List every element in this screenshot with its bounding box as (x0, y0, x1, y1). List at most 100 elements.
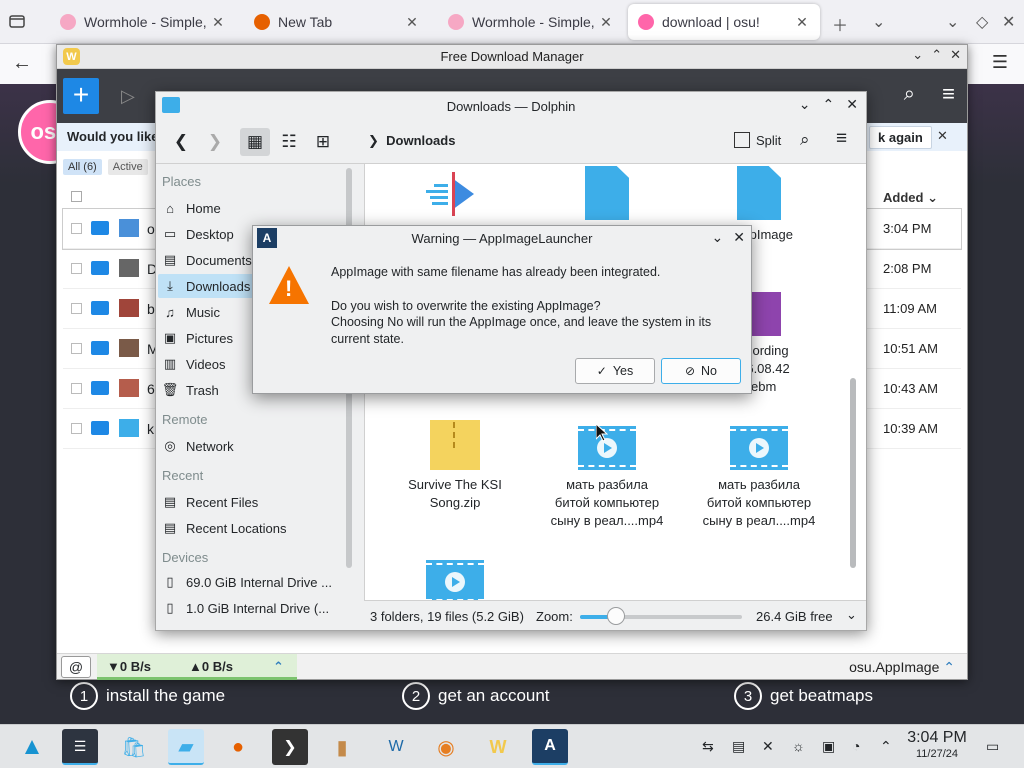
discover-task-icon[interactable]: 🛍 (116, 729, 152, 765)
chevron-up-icon[interactable]: ⌃ (880, 738, 892, 755)
step-install[interactable]: 1 install the game (70, 682, 225, 710)
place-recent-locations[interactable]: ▤ Recent Locations (158, 516, 340, 540)
save-icon[interactable]: ▣ (822, 738, 835, 755)
hamburger-menu-icon[interactable]: ≡ (836, 128, 847, 150)
row-checkbox[interactable] (71, 263, 82, 274)
tab-list-icon[interactable] (8, 12, 28, 32)
browser-tab-wormhole-2[interactable]: Wormhole - Simple, p ✕ (438, 4, 624, 40)
close-tab-icon[interactable]: ✕ (404, 14, 420, 31)
search-icon[interactable]: ⌕ (800, 130, 810, 150)
file-item-video-3[interactable] (385, 560, 525, 600)
search-icon[interactable]: ⌕ (904, 83, 915, 106)
folder-icon[interactable] (91, 381, 109, 395)
clipboard-icon[interactable]: ▤ (732, 738, 745, 755)
file-view-scrollbar[interactable] (850, 168, 856, 588)
device-drive-1gb[interactable]: ▯ 1.0 GiB Internal Drive (... (158, 596, 340, 620)
hamburger-menu-icon[interactable]: ≡ (942, 81, 955, 107)
show-desktop-icon[interactable]: ▭ (986, 738, 999, 755)
device-drive-69gb[interactable]: ▯ 69.0 GiB Internal Drive ... (158, 570, 340, 594)
minimize-icon[interactable]: ⌄ (912, 47, 923, 63)
filter-all[interactable]: All (6) (63, 159, 102, 175)
place-recent-files[interactable]: ▤ Recent Files (158, 490, 340, 514)
app-task-icon[interactable]: ◉ (428, 729, 464, 765)
switch-icon[interactable]: ⇆ (702, 738, 714, 755)
brightness-icon[interactable]: ☼ (792, 738, 805, 754)
row-checkbox[interactable] (71, 423, 82, 434)
close-tab-icon[interactable]: ✕ (794, 14, 810, 31)
current-download[interactable]: osu.AppImage ⌃ (849, 659, 955, 676)
yes-button[interactable]: ✓ Yes (575, 358, 655, 384)
archive-task-icon[interactable]: ▮ (324, 729, 360, 765)
browser-tab-new-tab[interactable]: New Tab ✕ (244, 4, 430, 40)
file-item-package[interactable] (537, 166, 677, 226)
chevron-up-icon[interactable]: ⌃ (273, 659, 284, 675)
chevron-up-icon[interactable]: ⌃ (943, 659, 955, 675)
start-icon[interactable]: ▷ (121, 86, 135, 107)
zoom-slider[interactable] (580, 615, 742, 619)
row-checkbox[interactable] (71, 383, 82, 394)
file-item-kdenlive[interactable] (385, 172, 525, 222)
no-button[interactable]: ⊘ No (661, 358, 741, 384)
close-tab-icon[interactable]: ✕ (598, 14, 614, 31)
terminal-task-icon[interactable]: ❯ (272, 729, 308, 765)
close-tab-icon[interactable]: ✕ (210, 14, 226, 31)
banner-close-icon[interactable]: ✕ (937, 128, 948, 144)
add-download-button[interactable]: + (63, 78, 99, 114)
close-browser-icon[interactable]: ✕ (1002, 12, 1015, 32)
place-network[interactable]: ◎ Network (158, 434, 340, 458)
compact-view-icon[interactable]: ☷ (274, 128, 304, 156)
hamburger-menu-icon[interactable]: ☰ (992, 52, 1008, 73)
select-all-checkbox[interactable] (71, 191, 82, 202)
maximize-icon[interactable]: ⌃ (931, 47, 942, 63)
chevron-down-icon[interactable]: ⌄ (846, 607, 857, 623)
place-home[interactable]: ⌂ Home (158, 196, 340, 220)
maximize-icon[interactable]: ⌃ (823, 96, 835, 113)
breadcrumb[interactable]: ❯ Downloads (368, 133, 455, 149)
system-settings-task-icon[interactable]: ☰ (62, 729, 98, 765)
zoom-slider-handle[interactable] (606, 607, 625, 625)
minimize-icon[interactable]: ⌄ (799, 96, 811, 113)
back-arrow-icon[interactable]: ← (12, 52, 32, 75)
appimagelauncher-task-icon[interactable]: A (532, 729, 568, 765)
folder-icon[interactable] (91, 301, 109, 315)
tab-list-chevron-icon[interactable]: ⌄ (872, 12, 885, 32)
maximize-browser-icon[interactable]: ◇ (976, 12, 988, 32)
clock[interactable]: 3:04 PM 11/27/24 (902, 729, 972, 761)
row-checkbox[interactable] (71, 303, 82, 314)
column-added[interactable]: Added ⌄ (883, 190, 938, 206)
firefox-task-icon[interactable]: ● (220, 729, 256, 765)
application-launcher-icon[interactable]: ▲ (14, 729, 50, 765)
close-icon[interactable]: ✕ (733, 229, 745, 246)
folder-icon[interactable] (91, 341, 109, 355)
file-item-ksi-zip[interactable]: Survive The KSI Song.zip (385, 420, 525, 512)
scrollbar-thumb[interactable] (850, 378, 856, 568)
browser-tab-wormhole-1[interactable]: Wormhole - Simple, p ✕ (50, 4, 236, 40)
filter-active[interactable]: Active (107, 159, 148, 175)
row-checkbox[interactable] (71, 343, 82, 354)
speed-mode-snail-icon[interactable]: @ (61, 656, 91, 678)
folder-icon[interactable] (91, 421, 109, 435)
close-icon[interactable]: ✕ (950, 47, 961, 63)
dolphin-task-icon[interactable]: ▰ (168, 729, 204, 765)
minimize-icon[interactable]: ⌄ (712, 229, 724, 246)
banner-ask-again-button[interactable]: k again (869, 126, 932, 149)
update-icon[interactable]: ◔ (852, 738, 860, 754)
volume-muted-icon[interactable]: ✕ (762, 738, 774, 755)
folder-icon[interactable] (91, 221, 109, 235)
row-checkbox[interactable] (71, 223, 82, 234)
split-button[interactable]: Split (734, 132, 781, 148)
icons-view-icon[interactable]: ▦ (240, 128, 270, 156)
file-item-video-2[interactable]: мать разбила битой компьютер сыну в реал… (689, 426, 829, 530)
folder-icon[interactable] (91, 261, 109, 275)
details-view-icon[interactable]: ⊞ (308, 128, 338, 156)
fdm-task-icon[interactable]: W (480, 729, 516, 765)
step-beatmaps[interactable]: 3 get beatmaps (734, 682, 873, 710)
minimize-browser-icon[interactable]: ⌄ (946, 12, 959, 32)
browser-tab-osu-download[interactable]: download | osu! ✕ (628, 4, 820, 40)
speed-indicator[interactable]: ▼0 B/s ▲0 B/s ⌃ (97, 654, 297, 680)
step-account[interactable]: 2 get an account (402, 682, 550, 710)
wine-app-task-icon[interactable]: W (378, 729, 414, 765)
close-icon[interactable]: ✕ (846, 96, 858, 113)
new-tab-icon[interactable]: ＋ (832, 12, 848, 36)
back-icon[interactable]: ❮ (166, 128, 196, 156)
